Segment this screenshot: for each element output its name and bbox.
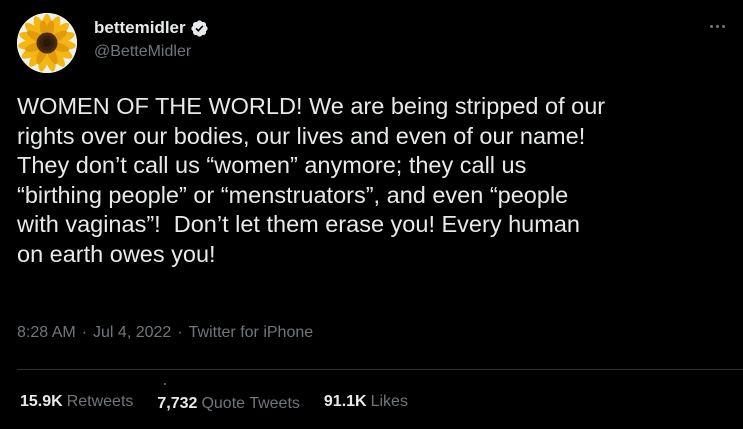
sunflower-icon <box>17 13 77 73</box>
tweet-text-line: with vaginas”! Don’t let them erase you!… <box>17 211 580 237</box>
tweet-card: bettemidler @BetteMidler WOMEN OF THE WO… <box>0 0 743 429</box>
separator: · <box>81 324 88 341</box>
tweet-stats: 15.9K Retweets 7,732 Quote Tweets 91.1K … <box>20 383 432 413</box>
divider <box>17 369 743 370</box>
avatar[interactable] <box>17 13 77 73</box>
tweet-text-line: They don’t call us “women” anymore; they… <box>17 152 527 178</box>
quote-tweets-label: Quote Tweets <box>201 395 300 412</box>
user-handle[interactable]: @BetteMidler <box>94 43 209 61</box>
retweets-label: Retweets <box>66 393 134 410</box>
tweet-date[interactable]: Jul 4, 2022 <box>93 324 171 342</box>
tweet-text-line: WOMEN OF THE WORLD! We are being strippe… <box>17 93 606 119</box>
more-options-icon[interactable] <box>705 14 729 38</box>
author-info: bettemidler @BetteMidler <box>94 17 209 61</box>
tweet-text: WOMEN OF THE WORLD! We are being strippe… <box>17 92 732 269</box>
display-name-row: bettemidler <box>94 17 209 39</box>
tweet-metadata: 8:28 AM · Jul 4, 2022 · Twitter for iPho… <box>17 324 313 342</box>
tweet-text-line: rights over our bodies, our lives and ev… <box>17 122 586 149</box>
likes-stat[interactable]: 91.1K Likes <box>324 393 408 411</box>
verified-badge-icon <box>190 19 209 38</box>
tweet-source[interactable]: Twitter for iPhone <box>189 324 314 342</box>
display-name[interactable]: bettemidler <box>94 18 186 38</box>
tweet-text-line: “birthing people” or “menstruators”, and… <box>17 181 569 208</box>
retweets-count: 15.9K <box>20 393 63 410</box>
quote-tweets-count: 7,732 <box>157 395 198 412</box>
retweets-stat[interactable]: 15.9K Retweets <box>20 393 133 411</box>
separator: · <box>177 324 183 341</box>
tweet-time[interactable]: 8:28 AM <box>17 324 76 342</box>
decorative-dot <box>164 383 167 385</box>
quote-tweets-stat[interactable]: 7,732 Quote Tweets <box>157 383 300 413</box>
likes-count: 91.1K <box>323 393 367 410</box>
tweet-text-line: on earth owes you! <box>17 240 216 267</box>
likes-label: Likes <box>370 393 408 410</box>
